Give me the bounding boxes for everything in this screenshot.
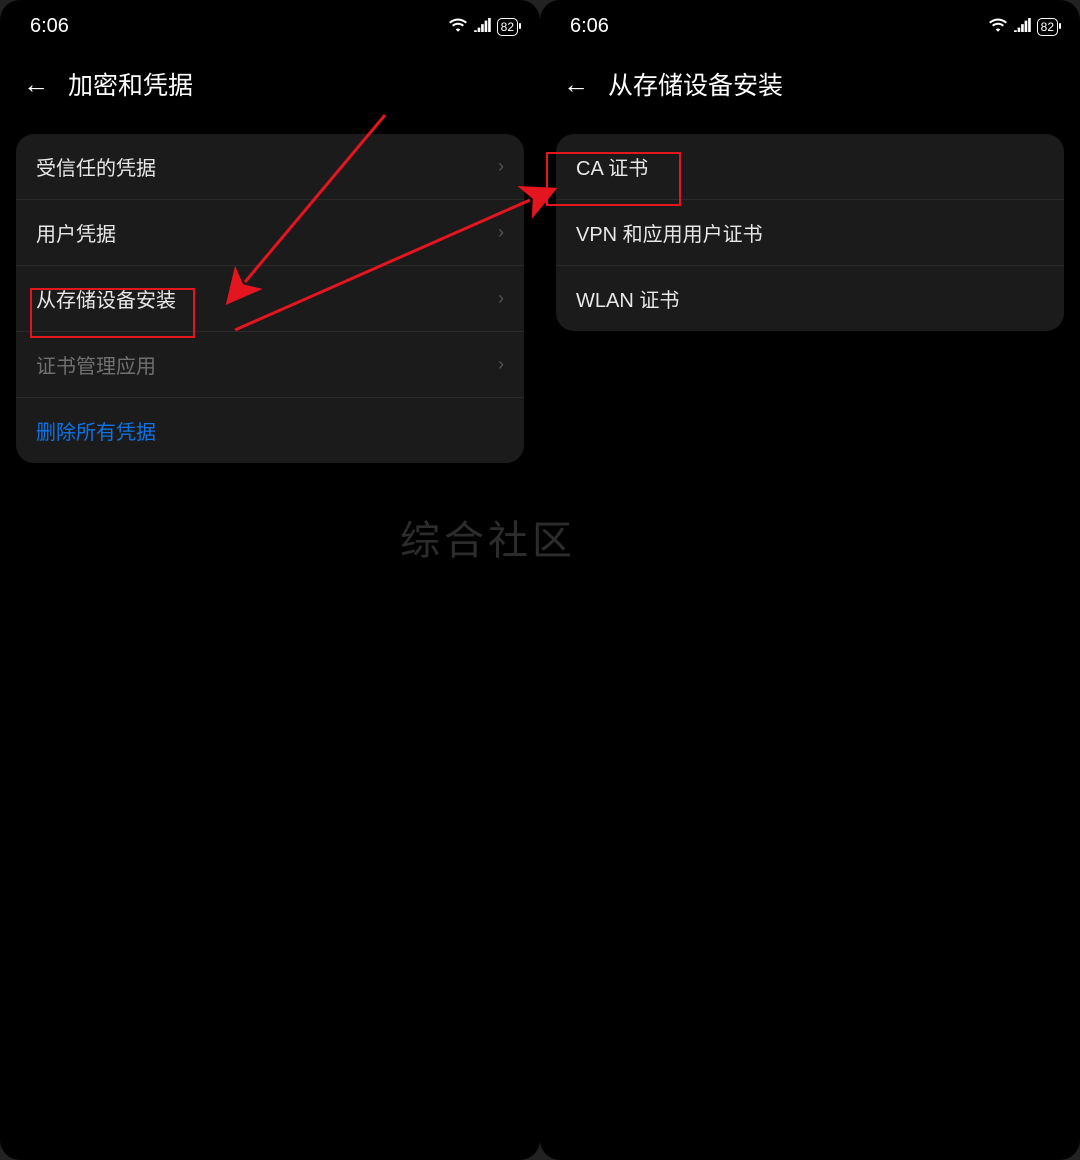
status-time: 6:06: [570, 15, 609, 38]
back-icon[interactable]: ←: [22, 71, 50, 97]
phone-right: 6:06 82 ← 从存储设备安装 CA 证书 VPN 和应用用户证书 WLAN…: [540, 0, 1080, 1160]
settings-card-right: CA 证书 VPN 和应用用户证书 WLAN 证书: [556, 134, 1064, 331]
row-label: 删除所有凭据: [36, 416, 156, 445]
status-indicators: 82: [989, 15, 1058, 38]
row-ca-certificate[interactable]: CA 证书: [556, 134, 1064, 200]
row-label: 受信任的凭据: [36, 152, 156, 181]
row-label: 用户凭据: [36, 218, 116, 247]
header-right: ← 从存储设备安装: [540, 40, 1080, 124]
status-time: 6:06: [30, 15, 69, 38]
row-delete-all-credentials[interactable]: 删除所有凭据: [16, 398, 524, 463]
row-label: WLAN 证书: [576, 284, 679, 313]
signal-icon: [1013, 15, 1031, 38]
status-bar: 6:06 82: [0, 0, 540, 40]
status-indicators: 82: [449, 15, 518, 38]
row-label: 从存储设备安装: [36, 284, 176, 313]
chevron-right-icon: ›: [498, 156, 504, 177]
status-bar: 6:06 82: [540, 0, 1080, 40]
chevron-right-icon: ›: [498, 288, 504, 309]
row-label: VPN 和应用用户证书: [576, 218, 763, 247]
phone-left: 6:06 82 ← 加密和凭据 受信任的凭据 › 用户凭据 › 从存储设备安装 …: [0, 0, 540, 1160]
chevron-right-icon: ›: [498, 222, 504, 243]
signal-icon: [473, 15, 491, 38]
row-trusted-credentials[interactable]: 受信任的凭据 ›: [16, 134, 524, 200]
header-left: ← 加密和凭据: [0, 40, 540, 124]
chevron-right-icon: ›: [498, 354, 504, 375]
row-install-from-storage[interactable]: 从存储设备安装 ›: [16, 266, 524, 332]
row-label: CA 证书: [576, 152, 648, 181]
page-title-right: 从存储设备安装: [608, 66, 783, 102]
wifi-icon: [989, 15, 1007, 38]
back-icon[interactable]: ←: [562, 71, 590, 97]
battery-indicator: 82: [1037, 18, 1058, 36]
page-title-left: 加密和凭据: [68, 66, 193, 102]
row-wlan-certificate[interactable]: WLAN 证书: [556, 266, 1064, 331]
settings-card-left: 受信任的凭据 › 用户凭据 › 从存储设备安装 › 证书管理应用 › 删除所有凭…: [16, 134, 524, 463]
row-vpn-app-certificate[interactable]: VPN 和应用用户证书: [556, 200, 1064, 266]
row-user-credentials[interactable]: 用户凭据 ›: [16, 200, 524, 266]
battery-indicator: 82: [497, 18, 518, 36]
row-label: 证书管理应用: [36, 350, 156, 379]
row-cert-management-app[interactable]: 证书管理应用 ›: [16, 332, 524, 398]
wifi-icon: [449, 15, 467, 38]
